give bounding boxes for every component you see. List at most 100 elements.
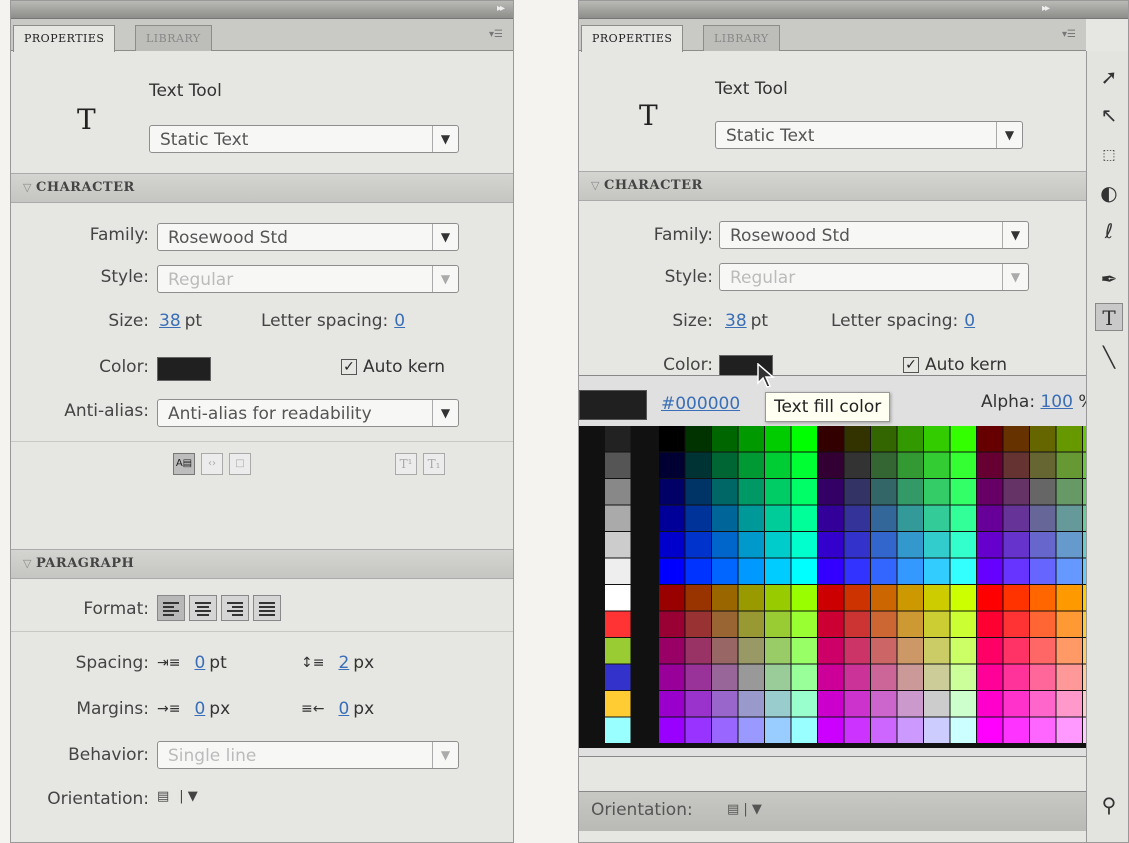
swatch-cell[interactable] (950, 717, 977, 744)
letter-spacing-value[interactable]: 0 (394, 311, 405, 331)
collapse-arrows-icon[interactable]: ▸▸ (1042, 3, 1050, 14)
swatch-cell[interactable] (977, 452, 1003, 479)
swatch-cell[interactable] (712, 426, 738, 452)
swatch-cell[interactable] (685, 585, 712, 611)
align-center-button[interactable] (189, 595, 217, 621)
swatch-cell[interactable] (1056, 717, 1083, 744)
swatch-cell[interactable] (659, 611, 685, 638)
swatch-cell[interactable] (685, 479, 712, 505)
swatch-cell[interactable] (791, 691, 818, 717)
line-tool-icon[interactable]: ╲ (1095, 343, 1123, 371)
swatch-cell[interactable] (791, 505, 818, 532)
swatch-cell[interactable] (1030, 479, 1056, 505)
swatch-cell[interactable] (738, 426, 765, 452)
left-margin-value[interactable]: 0 (194, 699, 205, 719)
swatch-cell[interactable] (685, 558, 712, 585)
swatch-cell[interactable] (844, 585, 871, 611)
swatch-cell[interactable] (765, 426, 791, 452)
size-value[interactable]: 38 (159, 311, 181, 331)
size-value[interactable]: 38 (725, 311, 747, 331)
swatch-cell[interactable] (1030, 532, 1056, 558)
swatch-cell[interactable] (738, 638, 765, 664)
swatch-cell[interactable] (605, 558, 631, 585)
swatch-cell[interactable] (950, 611, 977, 638)
swatch-cell[interactable] (1030, 426, 1056, 452)
swatch-cell[interactable] (818, 558, 844, 585)
swatch-cell[interactable] (1056, 638, 1083, 664)
swatch-cell[interactable] (1003, 532, 1030, 558)
swatch-cell[interactable] (844, 505, 871, 532)
swatch-cell[interactable] (791, 452, 818, 479)
swatch-cell[interactable] (659, 717, 685, 744)
chevron-down-icon[interactable]: ▤ | ▼ (727, 802, 762, 817)
right-margin-value[interactable]: 0 (338, 699, 349, 719)
swatch-cell[interactable] (605, 532, 631, 558)
swatch-cell[interactable] (685, 532, 712, 558)
swatch-cell[interactable] (1056, 611, 1083, 638)
panel-collapse-bar[interactable]: ▸▸ (579, 1, 1128, 19)
auto-kern-checkbox[interactable]: ✓ (341, 359, 357, 375)
swatch-cell[interactable] (605, 638, 631, 664)
swatch-cell[interactable] (712, 611, 738, 638)
swatch-cell[interactable] (738, 532, 765, 558)
swatch-cell[interactable] (977, 479, 1003, 505)
swatch-cell[interactable] (977, 505, 1003, 532)
swatch-cell[interactable] (605, 691, 631, 717)
swatch-cell[interactable] (897, 532, 924, 558)
swatch-cell[interactable] (659, 558, 685, 585)
anti-alias-dropdown[interactable]: Anti-alias for readability ▼ (157, 399, 459, 427)
swatch-cell[interactable] (950, 505, 977, 532)
swatch-cell[interactable] (897, 691, 924, 717)
character-section-header[interactable]: ▽ CHARACTER (579, 171, 1086, 201)
font-family-dropdown[interactable]: Rosewood Std ▼ (719, 221, 1029, 249)
swatch-cell[interactable] (1056, 691, 1083, 717)
swatch-cell[interactable] (1056, 558, 1083, 585)
swatch-cell[interactable] (1003, 691, 1030, 717)
swatch-cell[interactable] (924, 426, 950, 452)
swatch-cell[interactable] (924, 505, 950, 532)
swatch-cell[interactable] (738, 558, 765, 585)
swatch-cell[interactable] (950, 479, 977, 505)
swatch-cell[interactable] (844, 717, 871, 744)
swatch-cell[interactable] (1030, 585, 1056, 611)
panel-menu-icon[interactable]: ▾☰ (1062, 29, 1076, 40)
swatch-cell[interactable] (950, 558, 977, 585)
swatch-cell[interactable] (924, 558, 950, 585)
swatch-cell[interactable] (712, 532, 738, 558)
swatch-cell[interactable] (1030, 691, 1056, 717)
swatch-grid[interactable] (579, 426, 1129, 748)
pen-tool-icon[interactable]: ✒ (1095, 265, 1123, 293)
swatch-grid-svg[interactable] (579, 426, 1129, 748)
tab-library[interactable]: LIBRARY (703, 25, 780, 51)
swatch-cell[interactable] (844, 558, 871, 585)
swatch-cell[interactable] (871, 717, 897, 744)
swatch-cell[interactable] (712, 585, 738, 611)
font-family-dropdown[interactable]: Rosewood Std ▼ (157, 223, 459, 251)
swatch-cell[interactable] (1030, 611, 1056, 638)
swatch-cell[interactable] (871, 532, 897, 558)
swatch-cell[interactable] (977, 532, 1003, 558)
swatch-cell[interactable] (738, 664, 765, 691)
swatch-cell[interactable] (977, 638, 1003, 664)
swatch-cell[interactable] (924, 532, 950, 558)
swatch-cell[interactable] (791, 717, 818, 744)
swatch-cell[interactable] (897, 717, 924, 744)
swatch-cell[interactable] (924, 479, 950, 505)
swatch-cell[interactable] (1003, 585, 1030, 611)
swatch-cell[interactable] (977, 691, 1003, 717)
swatch-cell[interactable] (977, 664, 1003, 691)
swatch-cell[interactable] (977, 611, 1003, 638)
swatch-cell[interactable] (685, 717, 712, 744)
swatch-cell[interactable] (659, 505, 685, 532)
swatch-cell[interactable] (605, 479, 631, 505)
swatch-cell[interactable] (765, 452, 791, 479)
auto-kern-control[interactable]: ✓ Auto kern (341, 357, 445, 377)
swatch-cell[interactable] (897, 611, 924, 638)
swatch-cell[interactable] (712, 717, 738, 744)
swatch-cell[interactable] (950, 426, 977, 452)
swatch-cell[interactable] (659, 532, 685, 558)
free-transform-tool-icon[interactable]: ⬚ (1095, 141, 1123, 169)
swatch-cell[interactable] (791, 638, 818, 664)
indent-value[interactable]: 0 (194, 653, 205, 673)
swatch-cell[interactable] (977, 558, 1003, 585)
